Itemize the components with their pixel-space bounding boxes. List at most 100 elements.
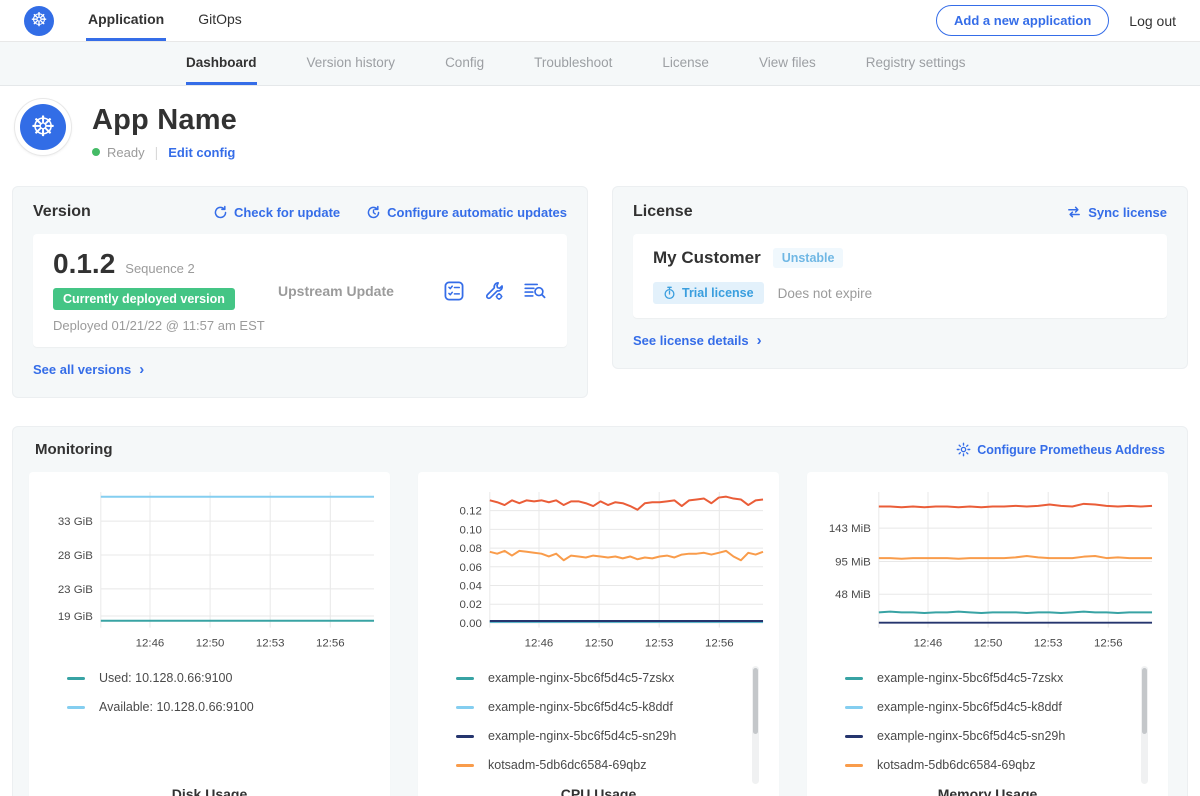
legend-item: Used: 10.128.0.66:9100 [67,664,372,693]
chart-legend: example-nginx-5bc6f5d4c5-7zskx example-ng… [845,664,1150,786]
svg-text:95 MiB: 95 MiB [835,557,871,569]
deployed-timestamp: Deployed 01/21/22 @ 11:57 am EST [53,318,268,333]
license-detail-panel: My Customer Unstable Trial license Does … [633,234,1167,318]
legend-item: example-nginx-5bc6f5d4c5-7zskx [845,664,1150,693]
svg-text:12:56: 12:56 [705,638,734,650]
svg-text:0.08: 0.08 [460,543,482,555]
monitoring-section: Monitoring Configure Prometheus Address … [12,426,1188,796]
channel-badge: Unstable [773,248,844,268]
svg-text:12:50: 12:50 [196,638,225,650]
tab-config[interactable]: Config [445,42,484,85]
configure-automatic-updates-link[interactable]: Configure automatic updates [366,205,567,220]
version-number: 0.1.2 [53,248,115,280]
tab-label: Version history [307,55,396,70]
tab-troubleshoot[interactable]: Troubleshoot [534,42,612,85]
top-navbar: ☸ Application GitOps Add a new applicati… [0,0,1200,42]
configure-prometheus-link[interactable]: Configure Prometheus Address [956,442,1165,457]
legend-item: kotsadm-5db6dc6584-69qbz [845,751,1150,780]
legend-label: Used: 10.128.0.66:9100 [99,671,232,685]
wrench-gear-icon[interactable] [483,280,505,302]
edit-config-link[interactable]: Edit config [168,145,235,160]
check-for-update-link[interactable]: Check for update [213,205,340,220]
kubernetes-wheel-icon: ☸ [20,104,66,150]
add-new-application-button[interactable]: Add a new application [936,5,1109,36]
cpu-usage-card: 0.000.020.040.060.080.100.1212:4612:5012… [418,472,779,796]
svg-text:12:50: 12:50 [974,638,1003,650]
legend-color-dash [456,706,474,709]
tab-version-history[interactable]: Version history [307,42,396,85]
legend-color-dash [456,735,474,738]
tab-registry-settings[interactable]: Registry settings [866,42,966,85]
legend-label: example-nginx-5bc6f5d4c5-k8ddf [877,700,1062,714]
legend-color-dash [456,764,474,767]
link-label: See all versions [33,362,131,377]
clock-refresh-icon [366,205,381,220]
top-tab-label: Application [88,11,164,27]
tab-label: View files [759,55,816,70]
chart-title: CPU Usage [426,786,771,796]
chevron-right-icon: › [139,361,144,378]
legend-label: Available: 10.128.0.66:9100 [99,700,254,714]
legend-color-dash [845,735,863,738]
checklist-icon[interactable] [443,280,465,302]
top-tab-application[interactable]: Application [86,0,166,41]
tab-label: Troubleshoot [534,55,612,70]
app-avatar: ☸ [14,98,72,156]
legend-item: example-nginx-5bc6f5d4c5-k8ddf [456,693,761,722]
legend-label: example-nginx-5bc6f5d4c5-7zskx [488,671,674,685]
legend-label: example-nginx-5bc6f5d4c5-k8ddf [488,700,673,714]
current-version-panel: 0.1.2 Sequence 2 Currently deployed vers… [33,234,567,347]
disk-usage-card: 19 GiB23 GiB28 GiB33 GiB12:4612:5012:531… [29,472,390,796]
gear-icon [956,442,971,457]
svg-text:12:46: 12:46 [525,638,554,650]
tab-view-files[interactable]: View files [759,42,816,85]
scrollbar-thumb[interactable] [1142,668,1147,734]
svg-text:33 GiB: 33 GiB [58,516,93,528]
top-tab-gitops[interactable]: GitOps [196,0,244,41]
license-card: License Sync license My Customer Unstabl… [612,186,1188,369]
svg-text:28 GiB: 28 GiB [58,550,93,562]
customer-name: My Customer [653,248,761,268]
memory-usage-chart: 48 MiB95 MiB143 MiB12:4612:5012:5312:56 [815,482,1160,654]
tab-license[interactable]: License [662,42,709,85]
sequence-label: Sequence 2 [125,261,194,276]
sync-license-link[interactable]: Sync license [1066,205,1167,220]
svg-text:12:56: 12:56 [316,638,345,650]
refresh-icon [213,205,228,220]
svg-text:12:53: 12:53 [1034,638,1063,650]
file-diff-icon[interactable] [523,280,547,302]
legend-color-dash [845,706,863,709]
legend-color-dash [845,764,863,767]
svg-text:12:53: 12:53 [256,638,285,650]
svg-text:0.02: 0.02 [460,599,482,611]
legend-scrollbar[interactable] [752,666,759,784]
svg-text:12:46: 12:46 [136,638,165,650]
tab-dashboard[interactable]: Dashboard [186,42,257,85]
see-license-details-link[interactable]: See license details › [633,332,762,349]
svg-text:19 GiB: 19 GiB [58,611,93,623]
link-label: See license details [633,333,749,348]
svg-text:12:46: 12:46 [914,638,943,650]
svg-text:12:56: 12:56 [1094,638,1123,650]
disk-usage-chart: 19 GiB23 GiB28 GiB33 GiB12:4612:5012:531… [37,482,382,654]
monitoring-title: Monitoring [35,441,112,458]
license-card-title: License [633,203,693,221]
cpu-usage-chart: 0.000.020.040.060.080.100.1212:4612:5012… [426,482,771,654]
svg-text:0.04: 0.04 [460,580,483,592]
chart-title: Memory Usage [815,786,1160,796]
chart-title: Disk Usage [37,786,382,796]
svg-text:12:50: 12:50 [585,638,614,650]
brand-logo[interactable]: ☸ [24,0,54,41]
chevron-right-icon: › [757,332,762,349]
scrollbar-thumb[interactable] [753,668,758,734]
app-header: ☸ App Name Ready | Edit config [0,86,1200,174]
legend-scrollbar[interactable] [1141,666,1148,784]
see-all-versions-link[interactable]: See all versions › [33,361,144,378]
trial-license-badge: Trial license [653,282,764,304]
logout-button[interactable]: Log out [1129,13,1176,29]
legend-label: kotsadm-5db6dc6584-69qbz [488,758,646,772]
license-expiry: Does not expire [778,286,873,301]
link-label: Sync license [1088,205,1167,220]
memory-usage-card: 48 MiB95 MiB143 MiB12:4612:5012:5312:56 … [807,472,1168,796]
svg-text:0.06: 0.06 [460,562,482,574]
